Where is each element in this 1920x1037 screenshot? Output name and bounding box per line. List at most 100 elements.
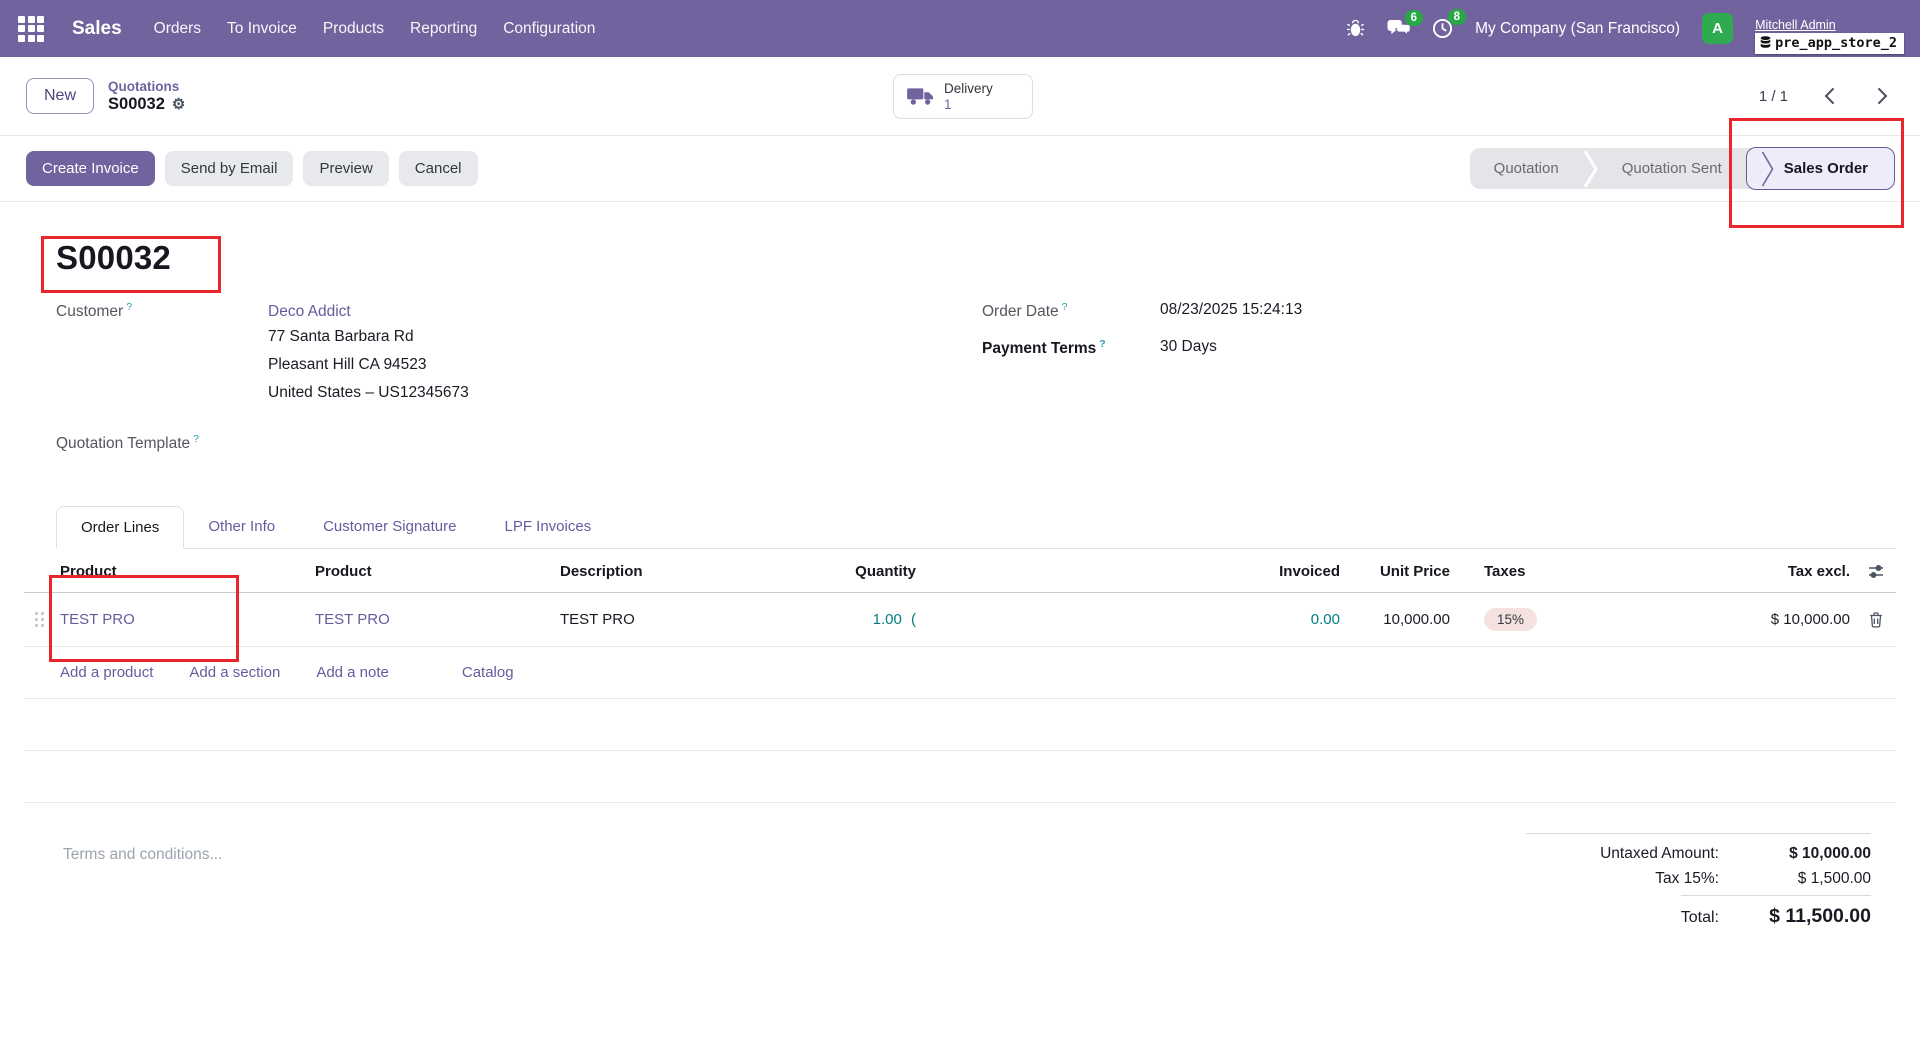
optional-columns-icon[interactable] [1856,550,1896,591]
untaxed-amount-label: Untaxed Amount: [1600,845,1719,863]
statusbar: Quotation Quotation Sent Sales Order [1470,148,1894,189]
cell-product[interactable]: TEST PRO [54,611,309,628]
table-footer-links: Add a product Add a section Add a note C… [24,647,1896,699]
breadcrumb-quotations[interactable]: Quotations [108,79,185,94]
delivery-smart-button[interactable]: Delivery 1 [893,74,1033,119]
col-taxes[interactable]: Taxes [1456,549,1606,592]
order-date-label: Order Date? [982,301,1160,321]
customer-label: Customer? [56,301,268,407]
pager-next-icon[interactable] [1871,85,1894,107]
nav-item-to-invoice[interactable]: To Invoice [227,20,297,38]
add-a-section-link[interactable]: Add a section [189,664,280,681]
tax-label: Tax 15%: [1655,870,1719,888]
terms-and-conditions-input[interactable]: Terms and conditions... [63,833,222,935]
send-by-email-button[interactable]: Send by Email [165,151,294,186]
action-row: Create Invoice Send by Email Preview Can… [0,136,1920,202]
nav-item-orders[interactable]: Orders [154,20,201,38]
customer-address-line: 77 Santa Barbara Rd [268,323,982,351]
col-unit-price[interactable]: Unit Price [1346,549,1456,592]
cell-invoiced[interactable]: 0.00 [922,611,1346,628]
total-value: $ 11,500.00 [1719,905,1871,928]
order-date-field[interactable]: 08/23/2025 15:24:13 [1160,301,1896,321]
delete-row-trash-icon[interactable] [1856,612,1896,628]
cell-unit-price[interactable]: 10,000.00 [1346,611,1456,628]
new-button[interactable]: New [26,78,94,114]
database-name: pre_app_store_2 [1775,35,1897,51]
customer-link[interactable]: Deco Addict [268,301,982,323]
debug-bug-icon[interactable] [1346,19,1365,38]
top-navbar: Sales Orders To Invoice Products Reporti… [0,0,1920,57]
catalog-link[interactable]: Catalog [462,664,514,681]
col-product-2[interactable]: Product [309,549,554,592]
col-product[interactable]: Product [54,549,309,592]
cell-taxes[interactable]: 15% [1456,608,1606,631]
cancel-button[interactable]: Cancel [399,151,478,186]
status-step-quotation[interactable]: Quotation [1470,148,1583,189]
tab-customer-signature[interactable]: Customer Signature [299,506,480,549]
status-step-quotation-sent[interactable]: Quotation Sent [1598,148,1746,189]
tax-value: $ 1,500.00 [1719,870,1871,888]
tab-lpf-invoices[interactable]: LPF Invoices [480,506,615,549]
order-lines-table: Product Product Description Quantity Inv… [24,549,1896,803]
help-icon: ? [126,301,132,313]
col-quantity[interactable]: Quantity [794,549,922,592]
truck-icon [906,86,935,107]
breadcrumb: Quotations S00032 ⚙ [108,79,185,114]
nav-item-configuration[interactable]: Configuration [503,20,595,38]
preview-button[interactable]: Preview [303,151,388,186]
tab-order-lines[interactable]: Order Lines [56,506,184,549]
database-box: pre_app_store_2 [1755,33,1904,54]
payment-terms-field[interactable]: 30 Days [1160,338,1896,358]
customer-address-line: Pleasant Hill CA 94523 [268,351,982,379]
tax-tag[interactable]: 15% [1484,608,1537,631]
total-label: Total: [1681,909,1719,927]
pager-previous-icon[interactable] [1818,85,1841,107]
help-icon: ? [1062,301,1068,313]
payment-terms-label: Payment Terms? [982,338,1160,358]
untaxed-amount-value: $ 10,000.00 [1719,845,1871,863]
nav-item-products[interactable]: Products [323,20,384,38]
totals-divider [1681,895,1871,896]
user-menu[interactable]: Mitchell Admin pre_app_store_2 [1755,18,1904,54]
quotation-template-field[interactable] [268,433,982,453]
app-name[interactable]: Sales [72,18,122,40]
add-a-product-link[interactable]: Add a product [60,664,153,681]
company-switcher[interactable]: My Company (San Francisco) [1475,20,1680,38]
page-title: S00032 [56,239,1896,277]
pager-count: 1 / 1 [1759,88,1788,105]
quotation-template-label: Quotation Template? [56,433,268,453]
breadcrumb-current: S00032 [108,95,165,114]
database-icon [1760,36,1771,49]
col-invoiced[interactable]: Invoiced [922,549,1346,592]
table-row: TEST PRO TEST PRO TEST PRO 1.00 ( 0.00 1… [24,593,1896,647]
col-description[interactable]: Description [554,549,794,592]
status-separator-icon [1583,148,1598,189]
user-avatar[interactable]: A [1702,13,1733,44]
cell-description[interactable]: TEST PRO [554,611,794,628]
create-invoice-button[interactable]: Create Invoice [26,151,155,186]
notebook-tabs: Order Lines Other Info Customer Signatur… [56,505,1896,549]
help-icon: ? [193,433,199,445]
help-icon: ? [1099,338,1105,350]
activities-count-badge: 8 [1448,9,1466,25]
tab-other-info[interactable]: Other Info [184,506,299,549]
col-tax-excl[interactable]: Tax excl. [1606,549,1856,592]
status-chevron-icon [1761,150,1774,188]
drag-handle-icon[interactable] [24,612,54,627]
messages-count-badge: 6 [1405,10,1423,26]
apps-grid-icon[interactable] [18,16,44,42]
activities-clock-icon[interactable]: 8 [1432,18,1453,39]
control-panel: New Quotations S00032 ⚙ Delivery 1 1 / 1 [0,57,1920,136]
quantity-overflow: ( [911,611,916,628]
status-step-sales-order[interactable]: Sales Order [1746,147,1895,190]
user-name[interactable]: Mitchell Admin [1755,18,1836,32]
messages-icon[interactable]: 6 [1387,19,1410,39]
gear-icon[interactable]: ⚙ [172,97,185,112]
delivery-count: 1 [944,97,993,113]
add-a-note-link[interactable]: Add a note [316,664,389,681]
empty-row [24,751,1896,803]
table-header-row: Product Product Description Quantity Inv… [24,549,1896,593]
nav-item-reporting[interactable]: Reporting [410,20,477,38]
cell-product-2[interactable]: TEST PRO [309,611,554,628]
cell-quantity[interactable]: 1.00 ( [794,611,922,628]
